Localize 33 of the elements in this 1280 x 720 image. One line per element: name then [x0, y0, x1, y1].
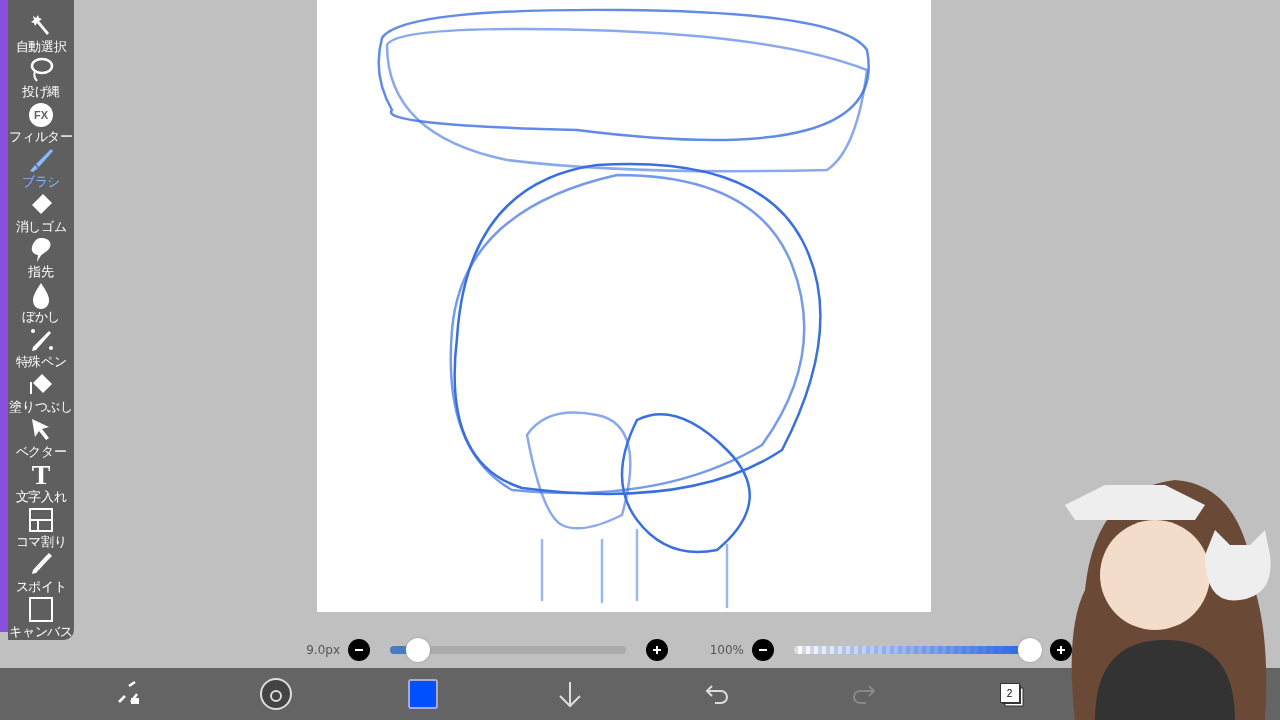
tool-button[interactable]: 指先 — [8, 235, 74, 279]
minus-button[interactable] — [752, 639, 774, 661]
tool-button[interactable]: 投げ縄 — [8, 55, 74, 99]
plus-icon — [1056, 645, 1066, 655]
tool-button[interactable]: 特殊ペン — [8, 325, 74, 369]
redo-icon — [850, 683, 877, 705]
tool-button[interactable]: 消しゴム — [8, 190, 74, 234]
minus-button[interactable] — [348, 639, 370, 661]
panel-frame-icon — [27, 505, 55, 535]
plus-button[interactable] — [1050, 639, 1072, 661]
opacity-reading: 100% — [708, 643, 744, 657]
plus-icon — [652, 645, 662, 655]
tool-button[interactable]: 自動選択 — [8, 10, 74, 54]
slider-thumb[interactable] — [1018, 638, 1042, 662]
tool-button[interactable]: ベクター — [8, 415, 74, 459]
undo-icon — [703, 683, 730, 705]
canvas-icon — [27, 595, 55, 625]
text-tool-icon: T — [31, 460, 51, 490]
color-swatch[interactable] — [407, 679, 438, 709]
down-arrow-icon — [556, 680, 583, 708]
drawing-canvas[interactable] — [317, 0, 931, 612]
tool-button[interactable]: 塗りつぶし — [8, 370, 74, 414]
tool-button[interactable]: T 文字入れ — [8, 460, 74, 504]
tool-button[interactable]: ブラシ — [8, 145, 74, 189]
tool-button[interactable]: スポイト — [8, 550, 74, 594]
filter-icon: FX — [29, 103, 53, 127]
tool-button[interactable]: コマ割り — [8, 505, 74, 549]
tool-button[interactable]: FX フィルター — [8, 100, 74, 144]
slider-thumb[interactable] — [406, 638, 431, 662]
plus-button[interactable] — [646, 639, 668, 661]
tool-button[interactable]: ぼかし — [8, 280, 74, 324]
tool-button[interactable]: キャンバス — [8, 595, 74, 639]
brush-size-reading: 9.0px — [305, 643, 340, 657]
